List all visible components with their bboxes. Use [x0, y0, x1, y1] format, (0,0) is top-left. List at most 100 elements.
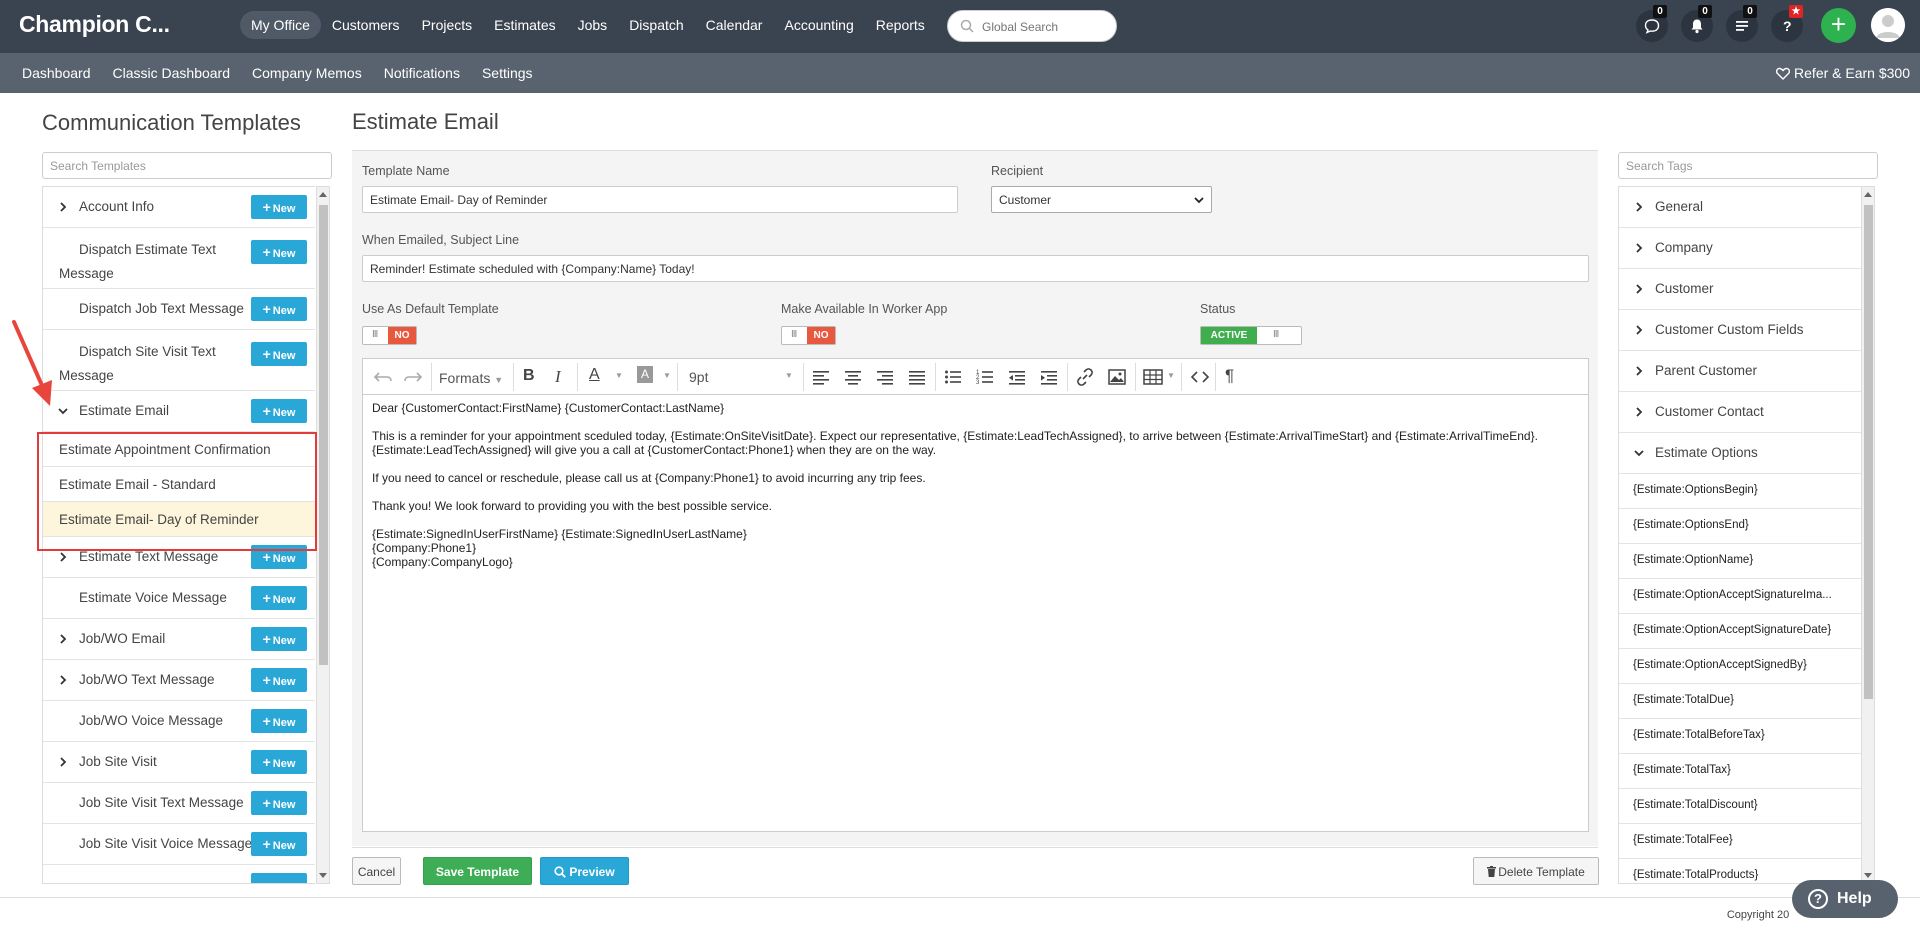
- font-size-dropdown[interactable]: 9pt: [689, 369, 708, 393]
- scroll-up-icon[interactable]: [319, 192, 327, 197]
- new-button[interactable]: + New: [251, 240, 307, 264]
- link-icon[interactable]: [1075, 365, 1095, 389]
- tag-item[interactable]: {Estimate:TotalBeforeTax}: [1619, 719, 1861, 754]
- caret-down-icon[interactable]: ▼: [615, 371, 623, 395]
- subnav-classic-dashboard[interactable]: Classic Dashboard: [113, 65, 231, 81]
- list-item-job-site-visit-voice[interactable]: Job Site Visit Voice Message + New: [43, 824, 315, 865]
- search-tags-input[interactable]: Search Tags: [1618, 152, 1878, 179]
- tag-group-company[interactable]: Company: [1619, 228, 1861, 269]
- subnav-company-memos[interactable]: Company Memos: [252, 65, 362, 81]
- new-button[interactable]: + New: [251, 297, 307, 321]
- cancel-button[interactable]: Cancel: [352, 857, 401, 885]
- tag-group-customer[interactable]: Customer: [1619, 269, 1861, 310]
- nav-projects[interactable]: Projects: [411, 11, 484, 39]
- tag-item[interactable]: {Estimate:OptionsBegin}: [1619, 474, 1861, 509]
- tag-group-customer-contact[interactable]: Customer Contact: [1619, 392, 1861, 433]
- brand-name[interactable]: Champion C...: [19, 11, 170, 38]
- nav-jobs[interactable]: Jobs: [567, 11, 619, 39]
- global-search[interactable]: [947, 10, 1117, 42]
- new-button[interactable]: [251, 873, 307, 883]
- list-item-job-wo-email[interactable]: Job/WO Email + New: [43, 619, 315, 660]
- list-item-job-site-visit[interactable]: Job Site Visit + New: [43, 742, 315, 783]
- tag-group-parent-customer[interactable]: Parent Customer: [1619, 351, 1861, 392]
- image-icon[interactable]: [1107, 365, 1127, 389]
- help-menu-button[interactable]: ? ★: [1771, 5, 1803, 42]
- undo-icon[interactable]: [373, 365, 393, 389]
- text-color-icon[interactable]: A: [589, 366, 600, 390]
- tag-group-general[interactable]: General: [1619, 187, 1861, 228]
- italic-icon[interactable]: I: [555, 367, 561, 391]
- new-button[interactable]: + New: [251, 791, 307, 815]
- template-name-input[interactable]: Estimate Email- Day of Reminder: [362, 186, 958, 213]
- align-center-icon[interactable]: [844, 365, 862, 389]
- new-button[interactable]: + New: [251, 195, 307, 219]
- paragraph-icon[interactable]: ¶: [1225, 366, 1234, 390]
- new-button[interactable]: + New: [251, 399, 307, 423]
- outdent-icon[interactable]: [1008, 365, 1026, 389]
- caret-down-icon[interactable]: ▼: [785, 371, 793, 395]
- tag-item[interactable]: {Estimate:TotalDiscount}: [1619, 789, 1861, 824]
- nav-accounting[interactable]: Accounting: [773, 11, 864, 39]
- tag-item[interactable]: {Estimate:TotalFee}: [1619, 824, 1861, 859]
- tag-item[interactable]: {Estimate:OptionsEnd}: [1619, 509, 1861, 544]
- tags-list-scrollbar[interactable]: [1861, 186, 1875, 884]
- notifications-button[interactable]: 0: [1681, 5, 1713, 42]
- align-left-icon[interactable]: [812, 365, 830, 389]
- subnav-settings[interactable]: Settings: [482, 65, 533, 81]
- numbered-list-icon[interactable]: 123: [976, 365, 994, 389]
- scrollbar-thumb[interactable]: [319, 205, 328, 665]
- subnav-notifications[interactable]: Notifications: [384, 65, 460, 81]
- scroll-down-icon[interactable]: [1864, 873, 1872, 878]
- new-button[interactable]: + New: [251, 832, 307, 856]
- chat-button[interactable]: 0: [1636, 5, 1668, 42]
- delete-template-button[interactable]: Delete Template: [1473, 857, 1599, 885]
- tag-item[interactable]: {Estimate:OptionAcceptSignatureDate}: [1619, 614, 1861, 649]
- list-item-account-info[interactable]: Account Info + New: [43, 187, 315, 228]
- worker-app-toggle[interactable]: III NO: [781, 326, 836, 345]
- email-body-editor[interactable]: Formats ▼ B I A ▼ A ▼ 9pt ▼ 123 ▼ ¶ Dear…: [362, 358, 1589, 832]
- indent-icon[interactable]: [1040, 365, 1058, 389]
- subject-input[interactable]: Reminder! Estimate scheduled with {Compa…: [362, 255, 1589, 282]
- caret-down-icon[interactable]: ▼: [1167, 371, 1175, 395]
- list-item-dispatch-job-text[interactable]: Dispatch Job Text Message + New: [43, 289, 315, 330]
- list-item-estimate-email[interactable]: Estimate Email + New: [43, 391, 315, 432]
- background-color-icon[interactable]: A: [637, 366, 653, 383]
- nav-customers[interactable]: Customers: [321, 11, 411, 39]
- tag-item[interactable]: {Estimate:TotalTax}: [1619, 754, 1861, 789]
- new-button[interactable]: + New: [251, 586, 307, 610]
- formats-dropdown[interactable]: Formats ▼: [439, 370, 503, 394]
- tag-group-customer-custom-fields[interactable]: Customer Custom Fields: [1619, 310, 1861, 351]
- nav-reports[interactable]: Reports: [865, 11, 936, 39]
- list-item-job-wo-voice[interactable]: Job/WO Voice Message + New: [43, 701, 315, 742]
- recipient-select[interactable]: Customer: [991, 186, 1212, 213]
- quick-add-button[interactable]: +: [1821, 8, 1856, 43]
- editor-content[interactable]: Dear {CustomerContact:FirstName} {Custom…: [372, 401, 1577, 583]
- list-item-dispatch-estimate-text[interactable]: Dispatch Estimate Text Message + New: [43, 228, 315, 289]
- refer-link[interactable]: Refer & Earn $300: [1775, 65, 1910, 81]
- subnav-dashboard[interactable]: Dashboard: [22, 65, 91, 81]
- avatar[interactable]: [1871, 8, 1905, 42]
- list-item-job-site-visit-text[interactable]: Job Site Visit Text Message + New: [43, 783, 315, 824]
- new-button[interactable]: + New: [251, 709, 307, 733]
- nav-estimates[interactable]: Estimates: [483, 11, 566, 39]
- save-template-button[interactable]: Save Template: [423, 857, 532, 885]
- help-button[interactable]: ? Help: [1792, 880, 1898, 918]
- new-button[interactable]: + New: [251, 342, 307, 366]
- default-template-toggle[interactable]: III NO: [362, 326, 417, 345]
- global-search-input[interactable]: [982, 17, 1110, 37]
- bold-icon[interactable]: B: [523, 367, 535, 391]
- tag-group-estimate-options[interactable]: Estimate Options: [1619, 433, 1861, 474]
- list-item-dispatch-site-visit-text[interactable]: Dispatch Site Visit Text Message + New: [43, 330, 315, 391]
- align-justify-icon[interactable]: [908, 365, 926, 389]
- tag-item[interactable]: {Estimate:OptionAcceptSignatureIma...: [1619, 579, 1861, 614]
- scroll-up-icon[interactable]: [1864, 192, 1872, 197]
- preview-button[interactable]: Preview: [540, 857, 629, 885]
- nav-my-office[interactable]: My Office: [240, 11, 321, 39]
- redo-icon[interactable]: [403, 365, 423, 389]
- table-icon[interactable]: [1143, 365, 1165, 389]
- list-item-estimate-voice[interactable]: Estimate Voice Message + New: [43, 578, 315, 619]
- bullet-list-icon[interactable]: [944, 365, 962, 389]
- status-toggle[interactable]: ACTIVE III: [1200, 326, 1302, 345]
- new-button[interactable]: + New: [251, 668, 307, 692]
- template-list-scrollbar[interactable]: [316, 186, 330, 884]
